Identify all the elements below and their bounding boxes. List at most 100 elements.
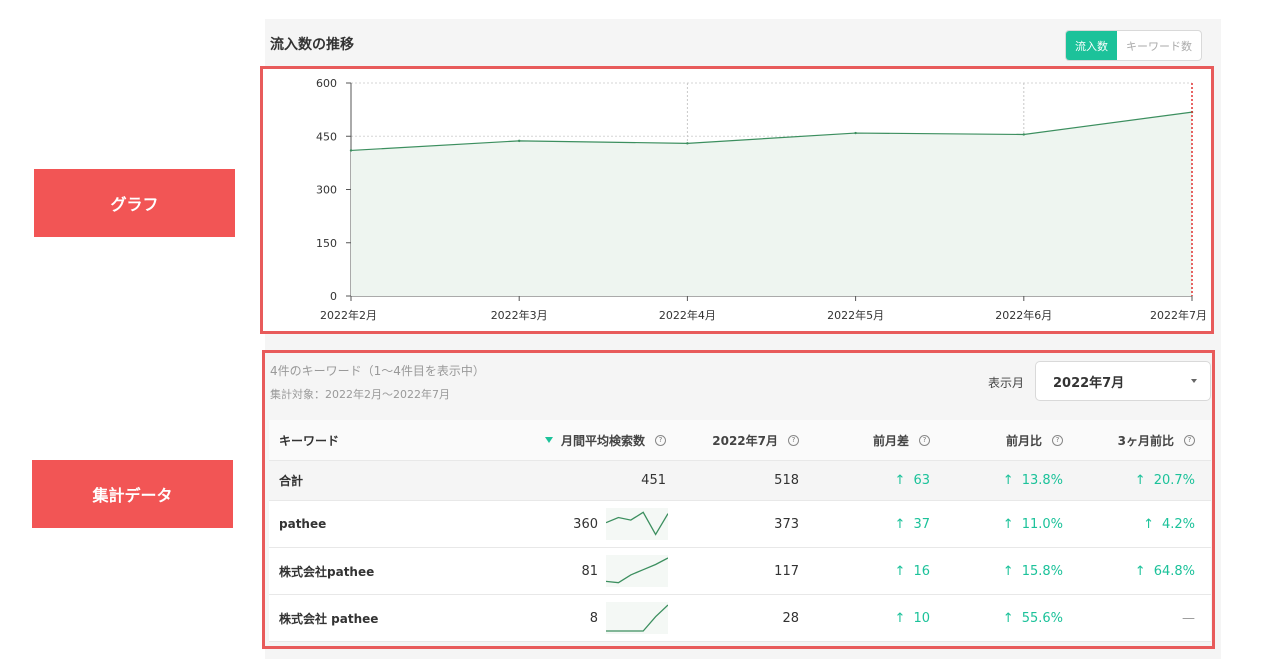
table-row-total: 合計 451 518 ↑ 63 ↑ 13.8% ↑ 20.7%: [269, 461, 1211, 501]
sparkline-path: [606, 511, 668, 536]
up-arrow-icon: ↑: [894, 516, 906, 532]
header-ratio3-label: 3ヶ月前比: [1117, 433, 1174, 448]
table-row[interactable]: pathee 360 373 ↑ 37 ↑ 11.0% ↑ 4.2%: [269, 501, 1211, 548]
display-month-label: 表示月: [988, 376, 1025, 390]
up-arrow-icon: ↑: [1002, 473, 1014, 488]
row-avg: 360: [573, 516, 598, 532]
up-arrow-icon: ↑: [1134, 563, 1146, 579]
display-month-value: 2022年7月: [1053, 375, 1125, 391]
up-arrow-icon: ↑: [894, 610, 906, 626]
row-avg: 81: [581, 563, 598, 579]
row-keyword: 株式会社 pathee: [279, 611, 379, 626]
series-area: [351, 112, 1192, 296]
toggle-inflow[interactable]: 流入数: [1066, 31, 1117, 60]
header-ratio[interactable]: 前月比 ?: [1006, 420, 1063, 460]
data-point: [1022, 133, 1025, 136]
row-month: 117: [774, 563, 799, 579]
total-ratio-value: 13.8%: [1021, 473, 1063, 488]
up-arrow-icon: ↑: [894, 563, 906, 579]
row-ratio-value: 55.6%: [1021, 610, 1063, 626]
x-tick-label: 2022年2月: [320, 308, 377, 322]
sort-desc-icon: [544, 437, 553, 443]
display-month-select[interactable]: 2022年7月: [1035, 361, 1211, 401]
row-diff: ↑ 37: [895, 501, 930, 547]
total-month: 518: [774, 473, 799, 488]
total-ratio3: ↑ 20.7%: [1135, 461, 1195, 500]
x-tick-label: 2022年4月: [659, 308, 716, 322]
y-tick-label: 600: [316, 77, 337, 90]
row-ratio-value: 15.8%: [1021, 563, 1063, 579]
x-tick-label: 2022年6月: [995, 308, 1052, 322]
header-month[interactable]: 2022年7月 ?: [712, 420, 799, 460]
y-tick-label: 0: [330, 290, 337, 303]
row-ratio-value: 11.0%: [1021, 516, 1063, 532]
sparkline-path: [606, 604, 668, 632]
table-row[interactable]: 株式会社pathee 81 117 ↑ 16 ↑ 15.8% ↑ 64.8%: [269, 548, 1211, 595]
header-ratio3[interactable]: 3ヶ月前比 ?: [1118, 420, 1195, 460]
table-row[interactable]: 株式会社 pathee 8 28 ↑ 10 ↑ 55.6% —: [269, 595, 1211, 642]
total-ratio3-value: 20.7%: [1153, 473, 1195, 488]
sparkline: [606, 508, 668, 540]
sparkline-path: [606, 557, 668, 584]
up-arrow-icon: ↑: [1134, 473, 1146, 488]
x-tick-label: 2022年5月: [827, 308, 884, 322]
row-ratio: ↑ 55.6%: [1003, 595, 1063, 641]
metric-toggle: 流入数 キーワード数: [1065, 30, 1202, 61]
row-diff: ↑ 10: [895, 595, 930, 641]
total-avg: 451: [641, 473, 666, 488]
row-ratio3: ↑ 64.8%: [1135, 548, 1195, 594]
total-diff: ↑ 63: [895, 461, 930, 500]
sparkline: [606, 555, 668, 587]
up-arrow-icon: ↑: [1002, 610, 1014, 626]
total-ratio: ↑ 13.8%: [1003, 461, 1063, 500]
aggregation-period: 集計対象：2022年2月〜2022年7月: [270, 388, 450, 401]
total-label: 合計: [279, 474, 304, 488]
header-keyword: キーワード: [279, 433, 340, 448]
callout-data-label: 集計データ: [32, 460, 233, 528]
row-keyword: pathee: [279, 517, 327, 531]
y-tick-label: 450: [316, 130, 337, 143]
header-diff[interactable]: 前月差 ?: [873, 420, 930, 460]
row-ratio3-value: 4.2%: [1161, 516, 1195, 532]
total-diff-value: 63: [913, 473, 930, 488]
y-tick-label: 150: [316, 237, 337, 250]
help-icon[interactable]: ?: [655, 434, 666, 446]
callout-graph-label: グラフ: [34, 169, 235, 237]
row-keyword: 株式会社pathee: [279, 564, 375, 579]
row-avg: 8: [589, 610, 598, 626]
x-tick-label: 2022年7月: [1150, 308, 1207, 322]
section-title: 流入数の推移: [270, 37, 354, 53]
header-month-label: 2022年7月: [712, 433, 778, 448]
keyword-count-summary: 4件のキーワード（1〜4件目を表示中）: [270, 364, 485, 378]
data-point: [854, 131, 857, 135]
row-ratio: ↑ 11.0%: [1003, 501, 1063, 547]
x-tick-label: 2022年3月: [491, 308, 548, 322]
table-header: キーワード 月間平均検索数 ? 2022年7月 ? 前月差 ? 前月比 ? 3ヶ…: [269, 420, 1211, 461]
help-icon[interactable]: ?: [1184, 434, 1195, 446]
up-arrow-icon: ↑: [1143, 516, 1154, 532]
keyword-table: キーワード 月間平均検索数 ? 2022年7月 ? 前月差 ? 前月比 ? 3ヶ…: [269, 420, 1211, 642]
header-ratio-label: 前月比: [1005, 433, 1042, 448]
row-month: 28: [782, 610, 799, 626]
help-icon[interactable]: ?: [788, 434, 799, 446]
row-ratio3: ↑ 4.2%: [1143, 501, 1195, 547]
sparkline: [606, 602, 668, 634]
header-avg-label: 月間平均検索数: [560, 433, 645, 448]
header-diff-label: 前月差: [872, 433, 909, 448]
data-point: [518, 139, 521, 143]
help-icon[interactable]: ?: [919, 434, 930, 446]
data-point: [349, 149, 353, 152]
row-diff: ↑ 16: [895, 548, 930, 594]
up-arrow-icon: ↑: [894, 473, 906, 488]
toggle-keyword-count[interactable]: キーワード数: [1117, 31, 1201, 60]
help-icon[interactable]: ?: [1052, 434, 1063, 446]
row-ratio: ↑ 15.8%: [1003, 548, 1063, 594]
up-arrow-icon: ↑: [1002, 563, 1014, 579]
row-diff-value: 16: [913, 563, 930, 579]
row-month: 373: [774, 516, 799, 532]
row-diff-value: 10: [913, 610, 930, 626]
header-avg-search[interactable]: 月間平均検索数 ?: [544, 420, 666, 460]
data-point: [686, 142, 689, 145]
row-ratio3-value: 64.8%: [1153, 563, 1195, 579]
inflow-chart: 0 150 300 450 600 2022年2月 2022年3月 2022年4月 2022年5…: [316, 77, 1207, 322]
